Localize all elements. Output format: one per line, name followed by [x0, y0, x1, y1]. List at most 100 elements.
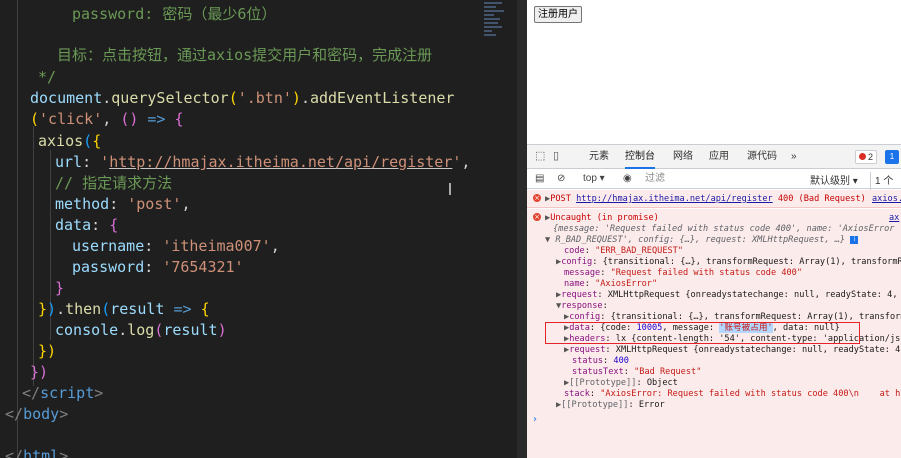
- source-link[interactable]: ax: [889, 213, 899, 223]
- tab-application[interactable]: 应用: [709, 145, 729, 169]
- prop-value: lx {content-length: '54', content-type: …: [615, 334, 901, 344]
- prop-key: request: [569, 345, 606, 355]
- code-line: // 指定请求方法: [55, 173, 172, 194]
- prop-value: "AxiosError": [595, 279, 658, 289]
- prop-key: stack: [564, 389, 590, 399]
- code-token: .: [118, 321, 128, 339]
- minimap[interactable]: [484, 2, 506, 42]
- tab-network[interactable]: 网络: [673, 145, 693, 169]
- code-token: }: [38, 300, 48, 318]
- prop-key: [[Prototype]]: [561, 400, 629, 410]
- prop-key: config: [569, 312, 601, 322]
- console-line: ▼response:: [556, 301, 608, 311]
- code-token: (: [101, 300, 111, 318]
- code-token: html: [23, 447, 60, 458]
- console-line: ▶request: XMLHttpRequest {onreadystatech…: [564, 345, 901, 355]
- prop-value: Error: [638, 400, 665, 410]
- code-token: ': [100, 153, 110, 171]
- sidebar-toggle-icon[interactable]: ▤: [535, 172, 544, 186]
- comment-text: */: [38, 68, 57, 86]
- console-line: ▶request: XMLHttpRequest {onreadystatech…: [556, 290, 901, 300]
- code-token: (: [83, 132, 93, 150]
- source-link[interactable]: axios.: [872, 194, 901, 204]
- context-selector[interactable]: top ▾: [583, 172, 605, 186]
- prop-key: status: [572, 356, 604, 366]
- error-summary: {message: 'Request failed with status co…: [553, 224, 895, 234]
- collapse-triangle-icon[interactable]: ▼: [545, 235, 555, 245]
- console-line: ▶config: {transitional: {…}, transformRe…: [556, 257, 901, 267]
- code-token: ,: [181, 195, 191, 213]
- code-token: '.btn': [237, 89, 292, 107]
- console-line: code: "ERR_BAD_REQUEST": [564, 246, 684, 256]
- request-url-link[interactable]: http://hmajax.itheima.net/api/register: [576, 194, 773, 204]
- code-line: </script>: [22, 383, 103, 404]
- error-dot-icon: [859, 153, 866, 160]
- code-token: (: [30, 110, 40, 128]
- tab-sources[interactable]: 源代码: [747, 145, 777, 169]
- prop-value: "Request failed with status code 400": [610, 268, 803, 278]
- comment-text: 密码（最少6位）: [162, 5, 277, 23]
- code-token: }: [55, 279, 65, 297]
- code-line: }: [55, 278, 64, 299]
- url-link[interactable]: http://hmajax.itheima.net/api/register: [109, 153, 452, 171]
- code-token: :: [144, 258, 163, 276]
- code-token: :: [144, 237, 163, 255]
- prop-value: 400: [613, 356, 629, 366]
- info-icon[interactable]: i: [850, 235, 859, 244]
- console-filter-input[interactable]: [645, 171, 805, 186]
- code-line: </body>: [5, 404, 68, 425]
- code-token: =>: [138, 110, 175, 128]
- console-line: name: "AxiosError": [564, 279, 658, 289]
- devtools-panel: ⬚ ▯ 元素 控制台 网络 应用 源代码 » 2 1 ▤ ⊘ top ▾ ◉ 默…: [527, 144, 901, 458]
- console-line: ▶[[Prototype]]: Object: [564, 378, 678, 388]
- live-expression-eye-icon[interactable]: ◉: [623, 172, 632, 186]
- error-icon: ×: [533, 213, 541, 221]
- code-line: */: [38, 67, 56, 88]
- code-token: :: [82, 153, 101, 171]
- message-badge[interactable]: 1: [885, 150, 899, 164]
- code-token: {: [174, 110, 184, 128]
- code-token: {: [92, 132, 102, 150]
- code-token: </: [22, 384, 41, 402]
- console-line: ▶data: {code: 10005, message: '账号被占用', d…: [564, 323, 840, 333]
- error-count-badge[interactable]: 2: [855, 150, 878, 164]
- code-line: ('click', () => {: [30, 109, 184, 130]
- inspect-element-icon[interactable]: ⬚: [535, 150, 545, 162]
- console-line: status: 400: [572, 356, 629, 366]
- code-token: querySelector: [111, 89, 229, 107]
- prop-value: {code:: [600, 323, 637, 333]
- prop-key: code: [564, 246, 585, 256]
- code-token: console: [55, 321, 119, 339]
- prop-key: [[Prototype]]: [569, 378, 637, 388]
- code-token: body: [23, 405, 60, 423]
- console-output[interactable]: × ▶POST http://hmajax.itheima.net/api/re…: [527, 190, 901, 458]
- code-token: password: [72, 258, 145, 276]
- editor-scrollbar[interactable]: [517, 0, 527, 458]
- code-line: </html>: [5, 446, 68, 458]
- code-token: url: [55, 153, 83, 171]
- indent-guide: [33, 126, 34, 386]
- code-token: .: [300, 89, 310, 107]
- code-token: result: [163, 321, 218, 339]
- prop-value: "AxiosError: Request failed with status …: [600, 389, 901, 399]
- code-line: password: '7654321': [72, 257, 244, 278]
- code-token: '7654321': [162, 258, 244, 276]
- prop-key: message: [564, 268, 601, 278]
- code-token: ,: [461, 153, 471, 171]
- register-button[interactable]: 注册用户: [534, 6, 582, 23]
- highlighted-message: '账号被占用': [719, 323, 773, 333]
- tab-elements[interactable]: 元素: [589, 145, 609, 169]
- more-tabs-chevron-icon[interactable]: »: [791, 145, 797, 169]
- console-line: ▼ R_BAD_REQUEST', config: {…}, request: …: [545, 235, 859, 245]
- clear-console-icon[interactable]: ⊘: [557, 172, 565, 186]
- code-token: data: [55, 216, 92, 234]
- device-toolbar-icon[interactable]: ▯: [553, 150, 559, 162]
- browser-page: 注册用户: [527, 0, 901, 144]
- console-line: ▶POST http://hmajax.itheima.net/api/regi…: [545, 194, 866, 204]
- log-level-select[interactable]: 默认级别 ▾: [810, 172, 858, 187]
- request-status: 400 (Bad Request): [772, 194, 866, 204]
- code-editor[interactable]: password: 密码（最少6位） 目标：点击按钮，通过axios提交用户和密…: [0, 0, 527, 458]
- tab-console[interactable]: 控制台: [625, 145, 655, 169]
- console-prompt[interactable]: ›: [533, 414, 537, 425]
- code-token: username: [72, 237, 145, 255]
